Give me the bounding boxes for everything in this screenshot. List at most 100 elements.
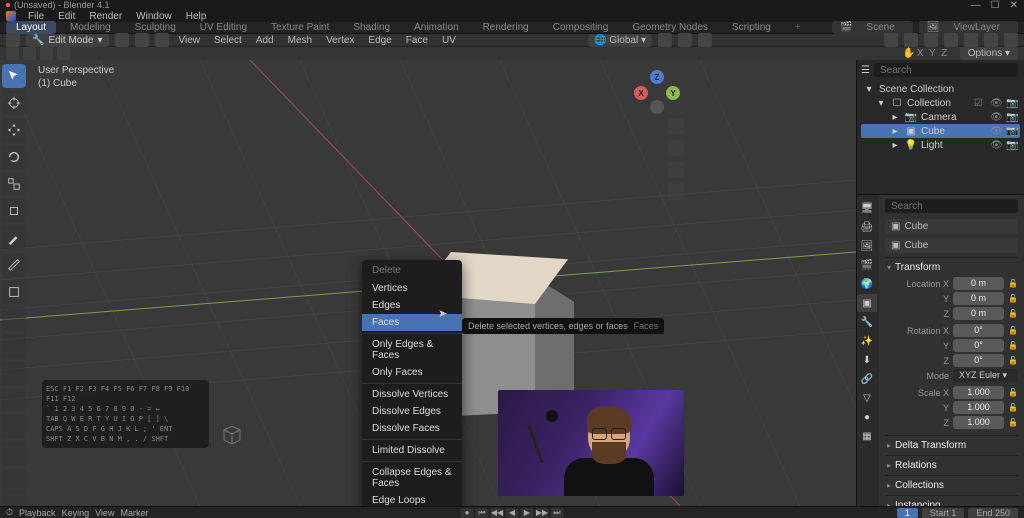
section-instancing[interactable]: Instancing: [885, 496, 1018, 506]
rotation-mode[interactable]: XYZ Euler ▾: [953, 369, 1018, 382]
ptab-object[interactable]: ▣: [857, 294, 877, 312]
tool-loop-cut[interactable]: [2, 388, 26, 412]
minimize-button[interactable]: —: [971, 0, 981, 11]
scale-x[interactable]: 1.000: [953, 386, 1004, 399]
ptab-data[interactable]: ▽: [857, 389, 877, 407]
menu-edge[interactable]: Edge: [364, 35, 395, 46]
render-icon[interactable]: 📷: [1006, 126, 1018, 137]
tool-icon-1[interactable]: [6, 47, 19, 60]
scale-y[interactable]: 1.000: [953, 401, 1004, 414]
3d-viewport[interactable]: User Perspective (1) Cube: [0, 60, 856, 506]
gizmo-neg[interactable]: [650, 100, 664, 114]
ptab-modifiers[interactable]: 🔧: [857, 313, 877, 331]
shading-matprev-icon[interactable]: [984, 33, 998, 47]
lock-icon[interactable]: 🔓: [1008, 403, 1018, 412]
menu-add[interactable]: Add: [252, 35, 278, 46]
proportional-icon[interactable]: [698, 33, 712, 47]
loc-z[interactable]: 0 m: [953, 307, 1004, 320]
tab-geometry-nodes[interactable]: Geometry Nodes: [622, 22, 718, 33]
axis-z[interactable]: Z: [939, 48, 950, 59]
menu-item-only-edges-faces[interactable]: Only Edges & Faces: [362, 336, 462, 364]
menu-help[interactable]: Help: [180, 11, 213, 22]
editor-type-icon[interactable]: [6, 33, 20, 47]
tool-select-box[interactable]: [2, 64, 26, 88]
gizmo-x[interactable]: X: [634, 86, 648, 100]
lock-icon[interactable]: 🔓: [1008, 279, 1018, 288]
section-transform[interactable]: Transform: [885, 258, 1018, 277]
ptab-material[interactable]: ●: [857, 408, 877, 426]
tool-icon-3[interactable]: [40, 47, 53, 60]
tool-inset[interactable]: [2, 334, 26, 358]
tool-extrude[interactable]: [2, 307, 26, 331]
ptab-constraints[interactable]: 🔗: [857, 370, 877, 388]
section-delta[interactable]: Delta Transform: [885, 436, 1018, 455]
lock-icon[interactable]: 🔓: [1008, 388, 1018, 397]
tab-sculpting[interactable]: Sculpting: [125, 22, 186, 33]
scale-z[interactable]: 1.000: [953, 416, 1004, 429]
eye-icon[interactable]: 👁: [990, 126, 1002, 137]
menu-select[interactable]: Select: [210, 35, 246, 46]
tool-add-cube[interactable]: [2, 280, 26, 304]
pivot-icon[interactable]: [658, 33, 672, 47]
jump-start-icon[interactable]: ⏮: [476, 508, 489, 518]
menu-item-only-faces[interactable]: Only Faces: [362, 364, 462, 381]
prev-key-icon[interactable]: ◀◀: [491, 508, 504, 518]
scene-selector[interactable]: 🎬 Scene: [832, 21, 913, 34]
tool-scale[interactable]: [2, 172, 26, 196]
menu-view[interactable]: View: [175, 35, 205, 46]
render-icon[interactable]: 📷: [1006, 140, 1018, 151]
gizmo-z[interactable]: Z: [650, 70, 664, 84]
tl-view[interactable]: View: [95, 508, 114, 518]
section-relations[interactable]: Relations: [885, 456, 1018, 475]
tool-icon-2[interactable]: [23, 47, 36, 60]
menu-render[interactable]: Render: [83, 11, 128, 22]
rot-x[interactable]: 0°: [953, 324, 1004, 337]
eye-icon[interactable]: 👁: [990, 112, 1002, 123]
tab-texture-paint[interactable]: Texture Paint: [261, 22, 339, 33]
loc-y[interactable]: 0 m: [953, 292, 1004, 305]
tool-bevel[interactable]: [2, 361, 26, 385]
tab-animation[interactable]: Animation: [404, 22, 468, 33]
tool-measure[interactable]: [2, 253, 26, 277]
nav-gizmo[interactable]: Z Y X: [634, 70, 680, 116]
autokey-icon[interactable]: ●: [461, 508, 474, 518]
menu-item-dissolve-faces[interactable]: Dissolve Faces: [362, 420, 462, 437]
tool-cursor[interactable]: [2, 91, 26, 115]
tool-smooth[interactable]: [2, 496, 26, 506]
current-frame[interactable]: 1: [897, 508, 918, 518]
camera-icon[interactable]: [668, 162, 684, 178]
outliner-item-cube[interactable]: ▸ ▣ Cube 👁 📷: [861, 124, 1020, 138]
axis-hand-icon[interactable]: ✋: [903, 48, 914, 59]
tool-poly-build[interactable]: [2, 442, 26, 466]
outliner-item-camera[interactable]: ▸ 📷 Camera 👁 📷: [861, 110, 1020, 124]
menu-uv[interactable]: UV: [438, 35, 460, 46]
rot-y[interactable]: 0°: [953, 339, 1004, 352]
ptab-physics[interactable]: ⬇: [857, 351, 877, 369]
menu-item-vertices[interactable]: Vertices: [362, 280, 462, 297]
menu-face[interactable]: Face: [402, 35, 432, 46]
menu-mesh[interactable]: Mesh: [284, 35, 316, 46]
maximize-button[interactable]: ☐: [991, 0, 1000, 11]
loc-x[interactable]: 0 m: [953, 277, 1004, 290]
tl-playback[interactable]: Playback: [19, 508, 56, 518]
face-select-mode[interactable]: [155, 33, 169, 47]
tab-shading[interactable]: Shading: [343, 22, 400, 33]
menu-vertex[interactable]: Vertex: [322, 35, 358, 46]
tool-rotate[interactable]: [2, 145, 26, 169]
collection-toggle[interactable]: ☑: [974, 98, 986, 109]
lock-icon[interactable]: 🔓: [1008, 418, 1018, 427]
xray-icon[interactable]: [924, 33, 938, 47]
eye-icon[interactable]: 👁: [990, 98, 1002, 109]
outliner-collection[interactable]: ▾ ☐ Collection ☑ 👁 📷: [861, 96, 1020, 110]
options-dropdown[interactable]: Options ▾: [960, 47, 1018, 60]
lock-icon[interactable]: 🔓: [1008, 356, 1018, 365]
play-icon[interactable]: ▶: [521, 508, 534, 518]
ptab-particles[interactable]: ✨: [857, 332, 877, 350]
play-reverse-icon[interactable]: ◀: [506, 508, 519, 518]
menu-item-collapse[interactable]: Collapse Edges & Faces: [362, 464, 462, 492]
tl-marker[interactable]: Marker: [120, 508, 148, 518]
overlay-icon[interactable]: [904, 33, 918, 47]
shading-wire-icon[interactable]: [944, 33, 958, 47]
eye-icon[interactable]: 👁: [990, 140, 1002, 151]
properties-search-input[interactable]: [885, 199, 1018, 213]
